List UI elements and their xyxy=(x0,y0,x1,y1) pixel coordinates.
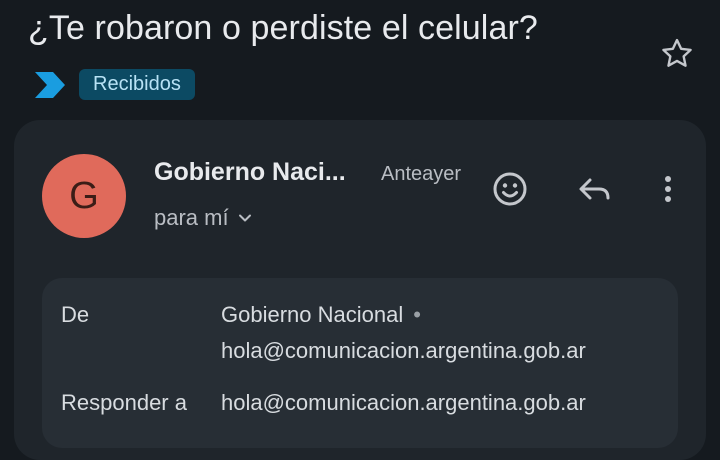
emoji-reaction-icon[interactable] xyxy=(488,167,532,211)
reply-to-label: Responder a xyxy=(61,390,187,415)
more-vert-icon[interactable] xyxy=(646,167,690,211)
email-subject: ¿Te robaron o perdiste el celular? xyxy=(28,9,538,47)
separator-dot: • xyxy=(413,302,421,327)
message-date: Anteayer xyxy=(381,163,462,185)
chevron-down-icon xyxy=(238,214,251,222)
reply-icon[interactable] xyxy=(572,167,616,211)
from-name: Gobierno Nacional xyxy=(221,302,404,327)
from-email[interactable]: hola@comunicacion.argentina.gob.ar xyxy=(221,333,586,369)
recipient-toggle[interactable]: para mí xyxy=(154,202,253,234)
label-chip-inbox[interactable]: Recibidos xyxy=(79,69,195,100)
importance-marker-icon xyxy=(35,72,65,98)
avatar[interactable]: G xyxy=(42,154,126,238)
star-icon[interactable] xyxy=(658,35,696,73)
sender-name: Gobierno Naci... xyxy=(154,158,346,186)
reply-to-email[interactable]: hola@comunicacion.argentina.gob.ar xyxy=(221,385,586,421)
from-label: De xyxy=(61,302,90,327)
from-name-line: Gobierno Nacional • xyxy=(221,297,421,333)
recipient-label: para mí xyxy=(154,205,229,230)
